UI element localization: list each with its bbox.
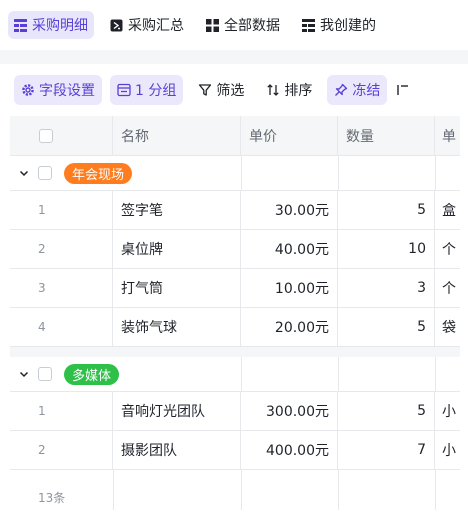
group-tag: 多媒体 [64,363,120,385]
group-icon [117,83,131,97]
more-toolbar-button[interactable] [395,75,413,105]
filter-button[interactable]: 筛选 [191,75,251,105]
table-row[interactable]: 1 音响灯光团队 300.00元 5 小 [10,392,460,431]
cell-unit[interactable]: 盒 [435,191,460,229]
group-tag: 年会现场 [64,162,133,184]
cell-unit[interactable]: 小 [435,392,460,430]
cell-price[interactable]: 30.00元 [241,191,338,229]
cell-unit[interactable]: 袋 [435,308,460,346]
select-all-cell [10,116,113,155]
row-index: 1 [10,191,113,229]
record-count: 13条 [38,491,66,505]
group-label: 1 分组 [135,83,177,99]
tab-label: 采购汇总 [128,18,184,34]
table-row[interactable]: 1 签字笔 30.00元 5 盒 [10,191,460,230]
row-index: 2 [10,230,113,268]
table-header: 名称 单价 数量 单 [10,116,460,156]
table-row[interactable]: 3 打气筒 10.00元 3 个 [10,269,460,308]
sort-label: 排序 [284,83,313,99]
cell-name[interactable]: 桌位牌 [113,230,241,268]
field-settings-button[interactable]: 字段设置 [14,75,102,105]
freeze-label: 冻结 [352,83,381,99]
filter-label: 筛选 [216,83,245,99]
group-checkbox[interactable] [38,367,52,381]
cell-quantity[interactable]: 5 [338,191,435,229]
freeze-button[interactable]: 冻结 [327,75,388,105]
chevron-down-icon[interactable] [16,366,32,382]
filter-icon [198,83,212,97]
row-index: 1 [10,392,113,430]
column-header-quantity[interactable]: 数量 [338,116,435,155]
table-footer: 13条 [10,470,460,510]
tab-label: 采购明细 [32,18,88,34]
table-row[interactable]: 2 桌位牌 40.00元 10 个 [10,230,460,269]
cell-quantity[interactable]: 7 [338,431,435,469]
grid-view-icon [302,18,315,32]
column-divider [338,156,339,190]
tab-purchase-summary[interactable]: 采购汇总 [104,11,190,39]
row-index: 2 [10,431,113,469]
grid-view-icon [14,18,27,32]
cell-unit[interactable]: 小 [435,431,460,469]
column-divider [435,156,436,190]
cell-name[interactable]: 音响灯光团队 [113,392,241,430]
cell-price[interactable]: 40.00元 [241,230,338,268]
tab-all-data[interactable]: 全部数据 [200,11,286,39]
group-header[interactable]: 多媒体 [10,357,460,392]
column-header-unit[interactable]: 单 [435,116,460,155]
pin-icon [334,83,348,97]
group-button[interactable]: 1 分组 [110,75,184,105]
tab-created-by-me[interactable]: 我创建的 [296,11,382,39]
cell-name[interactable]: 签字笔 [113,191,241,229]
cell-unit[interactable]: 个 [435,230,460,268]
row-index: 3 [10,269,113,307]
view-tabs-bar: 采购明细 采购汇总 全部数据 我创建的 [0,0,468,50]
tab-label: 全部数据 [224,18,280,34]
four-squares-icon [206,18,219,32]
column-divider [435,470,436,510]
cell-quantity[interactable]: 10 [338,230,435,268]
column-divider [338,470,339,510]
toolbar: 字段设置 1 分组 筛选 排序 冻结 [0,64,468,116]
column-divider [338,357,339,391]
column-header-name[interactable]: 名称 [113,116,241,155]
cell-quantity[interactable]: 3 [338,269,435,307]
divider [0,50,468,64]
group-separator [10,347,460,357]
cell-price[interactable]: 20.00元 [241,308,338,346]
group-checkbox[interactable] [38,166,52,180]
row-height-icon [395,83,409,97]
cell-price[interactable]: 10.00元 [241,269,338,307]
sort-button[interactable]: 排序 [259,75,319,105]
table-row[interactable]: 2 摄影团队 400.00元 7 小 [10,431,460,470]
column-divider [241,470,242,510]
column-divider [241,357,242,391]
column-divider [435,357,436,391]
column-divider [241,156,242,190]
cell-price[interactable]: 400.00元 [241,431,338,469]
select-all-checkbox[interactable] [39,128,53,143]
cell-name[interactable]: 摄影团队 [113,431,241,469]
cell-quantity[interactable]: 5 [338,308,435,346]
sort-icon [266,83,280,97]
tab-purchase-details[interactable]: 采购明细 [8,11,94,39]
field-settings-label: 字段设置 [39,83,95,99]
data-table: 名称 单价 数量 单 年会现场 1 签字笔 30.00元 5 盒 2 桌位牌 4… [10,116,460,510]
tab-label: 我创建的 [320,18,376,34]
cell-name[interactable]: 装饰气球 [113,308,241,346]
chevron-down-icon[interactable] [16,165,32,181]
cell-price[interactable]: 300.00元 [241,392,338,430]
row-index: 4 [10,308,113,346]
summary-view-icon [110,19,123,32]
cell-unit[interactable]: 个 [435,269,460,307]
table-row[interactable]: 4 装饰气球 20.00元 5 袋 [10,308,460,347]
column-header-price[interactable]: 单价 [241,116,338,155]
cell-name[interactable]: 打气筒 [113,269,241,307]
group-header[interactable]: 年会现场 [10,156,460,191]
cell-quantity[interactable]: 5 [338,392,435,430]
gear-icon [21,83,35,97]
column-divider [113,470,114,510]
